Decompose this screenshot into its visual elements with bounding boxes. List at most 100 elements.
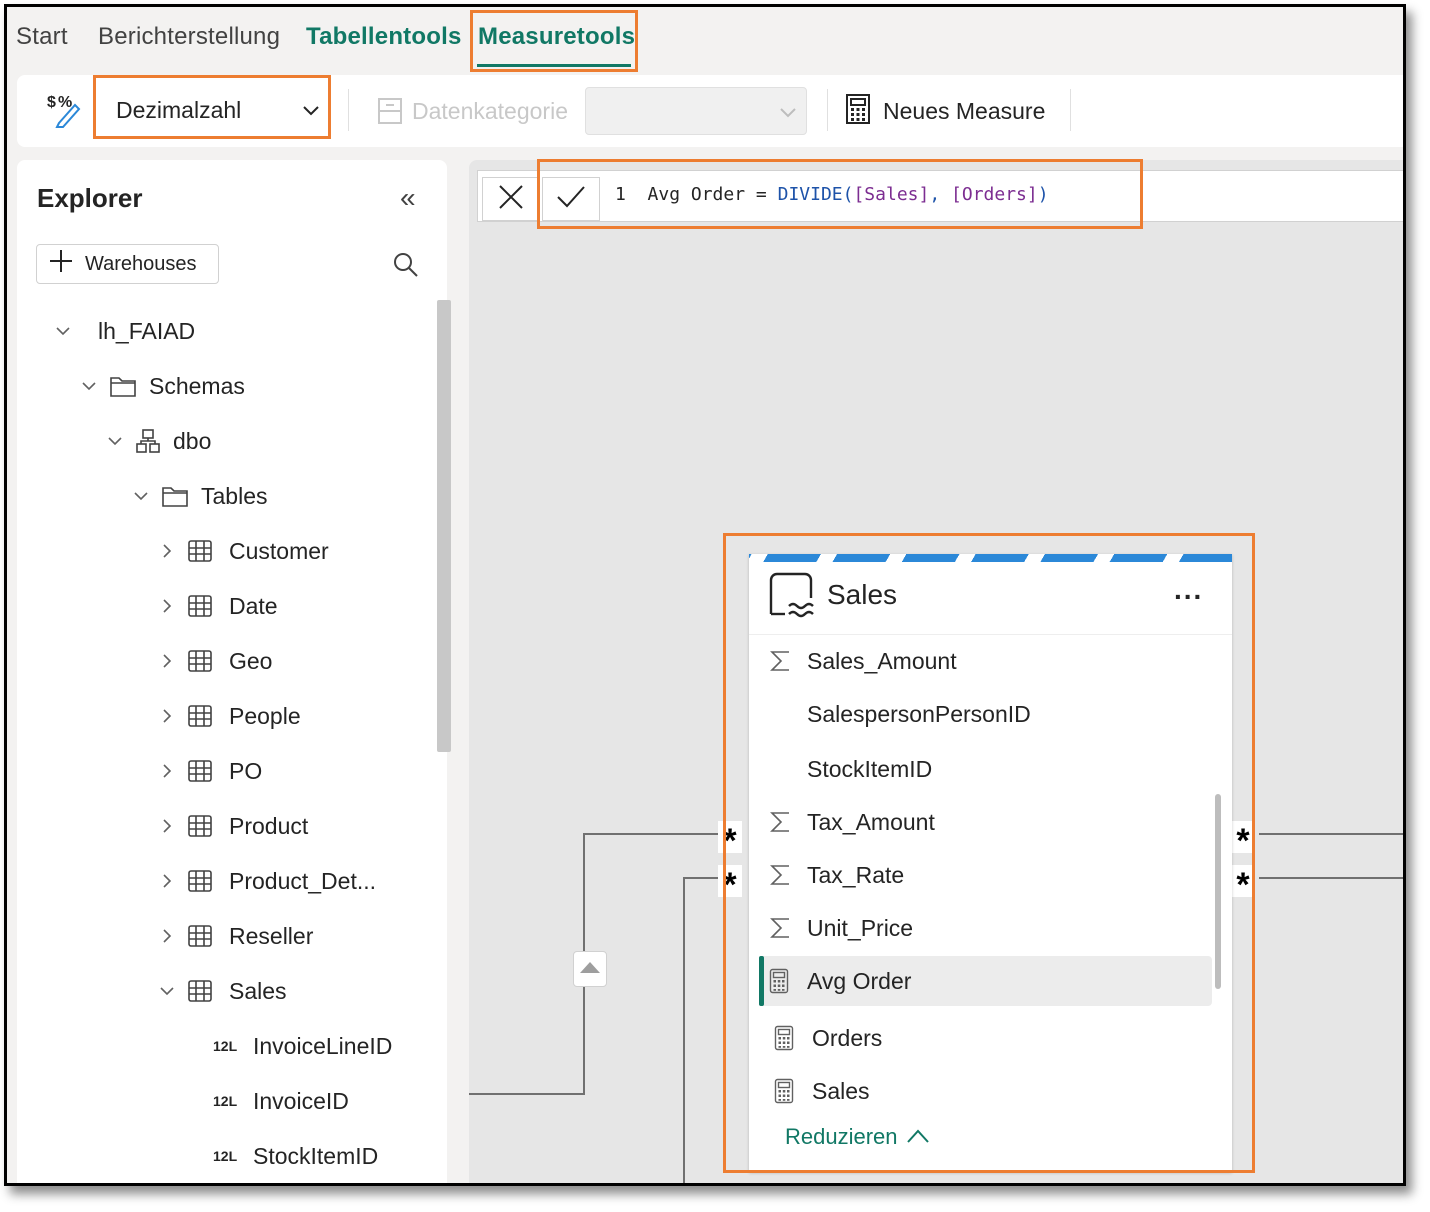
- tree-item-table-geo[interactable]: Geo: [157, 641, 272, 681]
- table-icon: [187, 869, 213, 893]
- integer-icon: 12L: [213, 1093, 238, 1109]
- app-window: Start Berichterstellung Tabellentools Me…: [4, 4, 1406, 1186]
- chevron-right-icon[interactable]: [157, 543, 177, 559]
- tree-item-label: PO: [229, 757, 263, 784]
- table-icon: [187, 924, 213, 948]
- toolbar-divider: [348, 89, 349, 131]
- table-icon: [187, 704, 213, 728]
- scroll-up-button[interactable]: [573, 951, 607, 987]
- tree-item-table-product[interactable]: Product: [157, 806, 308, 846]
- data-category-label: Datenkategorie: [412, 98, 568, 124]
- chevron-down-icon: [778, 101, 798, 128]
- tree-item-label: lh_FAIAD: [98, 317, 196, 344]
- table-icon: [187, 979, 213, 1003]
- folder-icon: [109, 374, 137, 398]
- tree-item-label: InvoiceLineID: [253, 1032, 393, 1059]
- tree-item-table-product-details[interactable]: Product_Det...: [157, 861, 376, 901]
- tree-item-column[interactable]: 12L InvoiceLineID: [213, 1026, 392, 1066]
- svg-text:%: %: [58, 94, 72, 111]
- plus-icon: [49, 249, 73, 279]
- highlight-sales-table: [723, 533, 1255, 1173]
- ribbon-tabs: Start Berichterstellung Tabellentools Me…: [7, 7, 1403, 71]
- relationship-line: [683, 877, 723, 879]
- chevron-right-icon[interactable]: [157, 598, 177, 614]
- relationship-line: [683, 877, 685, 1183]
- tree-item-label: dbo: [173, 427, 212, 454]
- explorer-title: Explorer: [37, 183, 143, 213]
- highlight-format-select: [93, 75, 331, 139]
- highlight-measuretools-tab: [470, 10, 638, 72]
- chevron-right-icon[interactable]: [157, 873, 177, 889]
- tree-item-table-customer[interactable]: Customer: [157, 531, 329, 571]
- tree-item-label: People: [229, 702, 301, 729]
- close-icon: [498, 184, 524, 215]
- relationship-line: [583, 833, 723, 835]
- chevron-right-icon[interactable]: [157, 928, 177, 944]
- data-category-icon: [377, 97, 403, 130]
- chevron-right-icon[interactable]: [157, 653, 177, 669]
- tree-item-table-po[interactable]: PO: [157, 751, 262, 791]
- cancel-formula-button[interactable]: [482, 177, 540, 221]
- tree-item-label: StockItemID: [253, 1142, 379, 1169]
- tree-item-column[interactable]: 12L StockItemID: [213, 1136, 378, 1176]
- tree-item-label: Reseller: [229, 922, 314, 949]
- tab-start[interactable]: Start: [16, 23, 68, 51]
- tree-item-table-date[interactable]: Date: [157, 586, 278, 626]
- highlight-formula: [537, 159, 1143, 229]
- calculator-icon: [845, 93, 871, 130]
- chevron-down-icon[interactable]: [131, 488, 151, 504]
- tree-item-column[interactable]: 12L InvoiceID: [213, 1081, 349, 1121]
- table-icon: [187, 594, 213, 618]
- chevron-right-icon[interactable]: [157, 763, 177, 779]
- data-category-select[interactable]: [585, 87, 807, 135]
- schema-icon: [135, 428, 161, 454]
- tree-item-label: Date: [229, 592, 278, 619]
- tree-item-schemas[interactable]: Schemas: [79, 366, 245, 406]
- chevron-down-icon[interactable]: [105, 433, 125, 449]
- tree-item-table-reseller[interactable]: Reseller: [157, 916, 313, 956]
- table-icon: [187, 814, 213, 838]
- chevron-right-icon[interactable]: [157, 708, 177, 724]
- relationship-line: [469, 1093, 585, 1095]
- chevron-down-icon[interactable]: [79, 378, 99, 394]
- tree-item-label: InvoiceID: [253, 1087, 349, 1114]
- chevron-right-icon[interactable]: [157, 818, 177, 834]
- toolbar-divider: [827, 89, 828, 131]
- tree-item-label: Product: [229, 812, 309, 839]
- tree-item-label: Tables: [201, 482, 268, 509]
- tab-tabellentools[interactable]: Tabellentools: [306, 23, 462, 51]
- tab-berichterstellung[interactable]: Berichterstellung: [98, 23, 280, 51]
- new-measure-button[interactable]: Neues Measure: [845, 93, 1045, 130]
- relationship-line: [1259, 833, 1403, 835]
- new-measure-label: Neues Measure: [883, 98, 1046, 124]
- chevron-down-icon[interactable]: [157, 983, 177, 999]
- svg-text:$: $: [47, 94, 56, 111]
- tree-item-label: Geo: [229, 647, 273, 674]
- currency-percent-icon[interactable]: $ %: [45, 89, 85, 134]
- toolbar-divider: [1070, 89, 1071, 131]
- tree-item-lakehouse[interactable]: lh_FAIAD: [53, 311, 195, 351]
- add-warehouses-label: Warehouses: [85, 252, 197, 275]
- integer-icon: 12L: [213, 1038, 238, 1054]
- tree-item-label: Sales: [229, 977, 287, 1004]
- tree-item-label: Customer: [229, 537, 329, 564]
- chevron-down-icon[interactable]: [53, 323, 73, 339]
- tree-item-dbo[interactable]: dbo: [105, 421, 211, 461]
- collapse-pane-icon[interactable]: «: [400, 182, 416, 214]
- search-icon[interactable]: [393, 252, 419, 283]
- tree-item-table-sales[interactable]: Sales: [157, 971, 287, 1011]
- explorer-scrollbar[interactable]: [437, 300, 451, 752]
- table-icon: [187, 759, 213, 783]
- caret-up-icon: [579, 960, 601, 979]
- table-icon: [187, 539, 213, 563]
- relationship-line: [1259, 877, 1403, 879]
- tree-item-tables[interactable]: Tables: [131, 476, 267, 516]
- table-icon: [187, 649, 213, 673]
- tree-item-table-people[interactable]: People: [157, 696, 301, 736]
- folder-icon: [161, 484, 189, 508]
- tree-item-label: Schemas: [149, 372, 245, 399]
- explorer-panel: Explorer « Warehouses lh_FAIAD Schemas d…: [17, 160, 451, 1183]
- add-warehouses-button[interactable]: Warehouses: [36, 244, 219, 284]
- integer-icon: 12L: [213, 1148, 238, 1164]
- tree-item-label: Product_Det...: [229, 867, 377, 894]
